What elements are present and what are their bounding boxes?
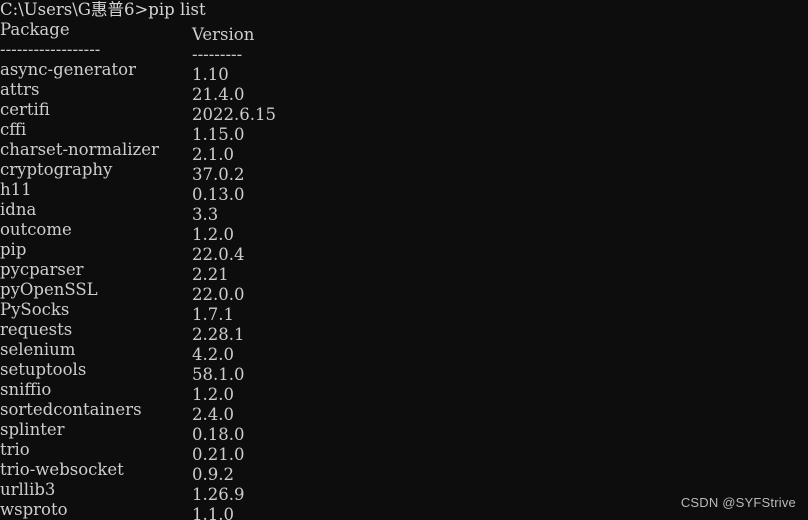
cell-package-name: sortedcontainers xyxy=(0,400,142,419)
table-row: certifi 2022.6.15 xyxy=(0,100,808,120)
cell-package-version: 1.10 xyxy=(192,65,229,80)
table-row: pip 22.0.4 xyxy=(0,240,808,260)
cell-package-name: pyOpenSSL xyxy=(0,280,98,299)
table-row: idna 3.3 xyxy=(0,200,808,220)
cell-package-version: 1.1.0 xyxy=(192,505,234,520)
terminal-output[interactable]: C:\Users\G惠普6>pip list Package Version --… xyxy=(0,0,808,520)
table-row: charset-normalizer 2.1.0 xyxy=(0,140,808,160)
cell-package-name: idna xyxy=(0,200,37,219)
cell-package-version: 3.3 xyxy=(192,205,219,220)
cell-package-version: 1.2.0 xyxy=(192,225,234,240)
table-row: sortedcontainers 2.4.0 xyxy=(0,400,808,420)
cell-package-version: 0.21.0 xyxy=(192,445,245,460)
cell-package-version: 4.2.0 xyxy=(192,345,234,360)
cell-package-name: sniffio xyxy=(0,380,52,399)
cell-package-name: requests xyxy=(0,320,73,339)
cell-package-name: wsproto xyxy=(0,500,68,519)
cell-package-name: pycparser xyxy=(0,260,84,279)
cell-package-version: 21.4.0 xyxy=(192,85,245,100)
cell-package-version: 1.15.0 xyxy=(192,125,245,140)
cell-package-version: 2022.6.15 xyxy=(192,105,276,120)
table-row: attrs 21.4.0 xyxy=(0,80,808,100)
cell-package-version: 0.9.2 xyxy=(192,465,234,480)
cell-package-version: 0.18.0 xyxy=(192,425,245,440)
cell-package-version: 22.0.4 xyxy=(192,245,245,260)
cell-package-name: certifi xyxy=(0,100,50,119)
table-row: trio-websocket 0.9.2 xyxy=(0,460,808,480)
cell-package-name: outcome xyxy=(0,220,72,239)
terminal-window[interactable]: C:\Users\G惠普6>pip list Package Version --… xyxy=(0,0,808,520)
table-separator-row: ------------------ --------- xyxy=(0,40,808,60)
column-header-package: Package xyxy=(0,20,70,39)
cell-package-name: PySocks xyxy=(0,300,70,319)
cell-package-version: 2.21 xyxy=(192,265,229,280)
cell-package-name: urllib3 xyxy=(0,480,56,499)
table-header-row: Package Version xyxy=(0,20,808,40)
csdn-watermark: CSDN @SYFStrive xyxy=(680,495,796,510)
table-row: requests 2.28.1 xyxy=(0,320,808,340)
package-list: async-generator 1.10 attrs 21.4.0 certifi 202… xyxy=(0,60,808,520)
cell-package-name: async-generator xyxy=(0,60,136,79)
cell-package-name: setuptools xyxy=(0,360,87,379)
cell-package-name: cffi xyxy=(0,120,27,139)
cell-package-version: 0.13.0 xyxy=(192,185,245,200)
cell-package-name: pip xyxy=(0,240,27,259)
cell-package-name: selenium xyxy=(0,340,76,359)
table-row: selenium 4.2.0 xyxy=(0,340,808,360)
cell-package-version: 1.26.9 xyxy=(192,485,245,500)
separator-version: --------- xyxy=(192,45,243,60)
column-header-version: Version xyxy=(192,25,255,40)
cell-package-version: 58.1.0 xyxy=(192,365,245,380)
table-row: PySocks 1.7.1 xyxy=(0,300,808,320)
command-prompt-line: C:\Users\G惠普6>pip list xyxy=(0,0,206,19)
cell-package-version: 37.0.2 xyxy=(192,165,245,180)
table-row: sniffio 1.2.0 xyxy=(0,380,808,400)
cell-package-version: 2.4.0 xyxy=(192,405,234,420)
cell-package-version: 1.7.1 xyxy=(192,305,234,320)
table-row: h11 0.13.0 xyxy=(0,180,808,200)
cell-package-version: 2.1.0 xyxy=(192,145,234,160)
cell-package-name: charset-normalizer xyxy=(0,140,159,159)
cell-package-name: h11 xyxy=(0,180,32,199)
table-row: trio 0.21.0 xyxy=(0,440,808,460)
cell-package-version: 22.0.0 xyxy=(192,285,245,300)
cell-package-name: trio-websocket xyxy=(0,460,124,479)
cell-package-name: trio xyxy=(0,440,30,459)
table-row: cffi 1.15.0 xyxy=(0,120,808,140)
table-row: async-generator 1.10 xyxy=(0,60,808,80)
cell-package-version: 1.2.0 xyxy=(192,385,234,400)
cell-package-name: attrs xyxy=(0,80,40,99)
cell-package-version: 2.28.1 xyxy=(192,325,245,340)
table-row: splinter 0.18.0 xyxy=(0,420,808,440)
cell-package-name: cryptography xyxy=(0,160,113,179)
cell-package-name: splinter xyxy=(0,420,65,439)
table-row: pycparser 2.21 xyxy=(0,260,808,280)
table-row: pyOpenSSL 22.0.0 xyxy=(0,280,808,300)
separator-package: ------------------ xyxy=(0,40,101,59)
table-row: setuptools 58.1.0 xyxy=(0,360,808,380)
table-row: cryptography 37.0.2 xyxy=(0,160,808,180)
table-row: outcome 1.2.0 xyxy=(0,220,808,240)
